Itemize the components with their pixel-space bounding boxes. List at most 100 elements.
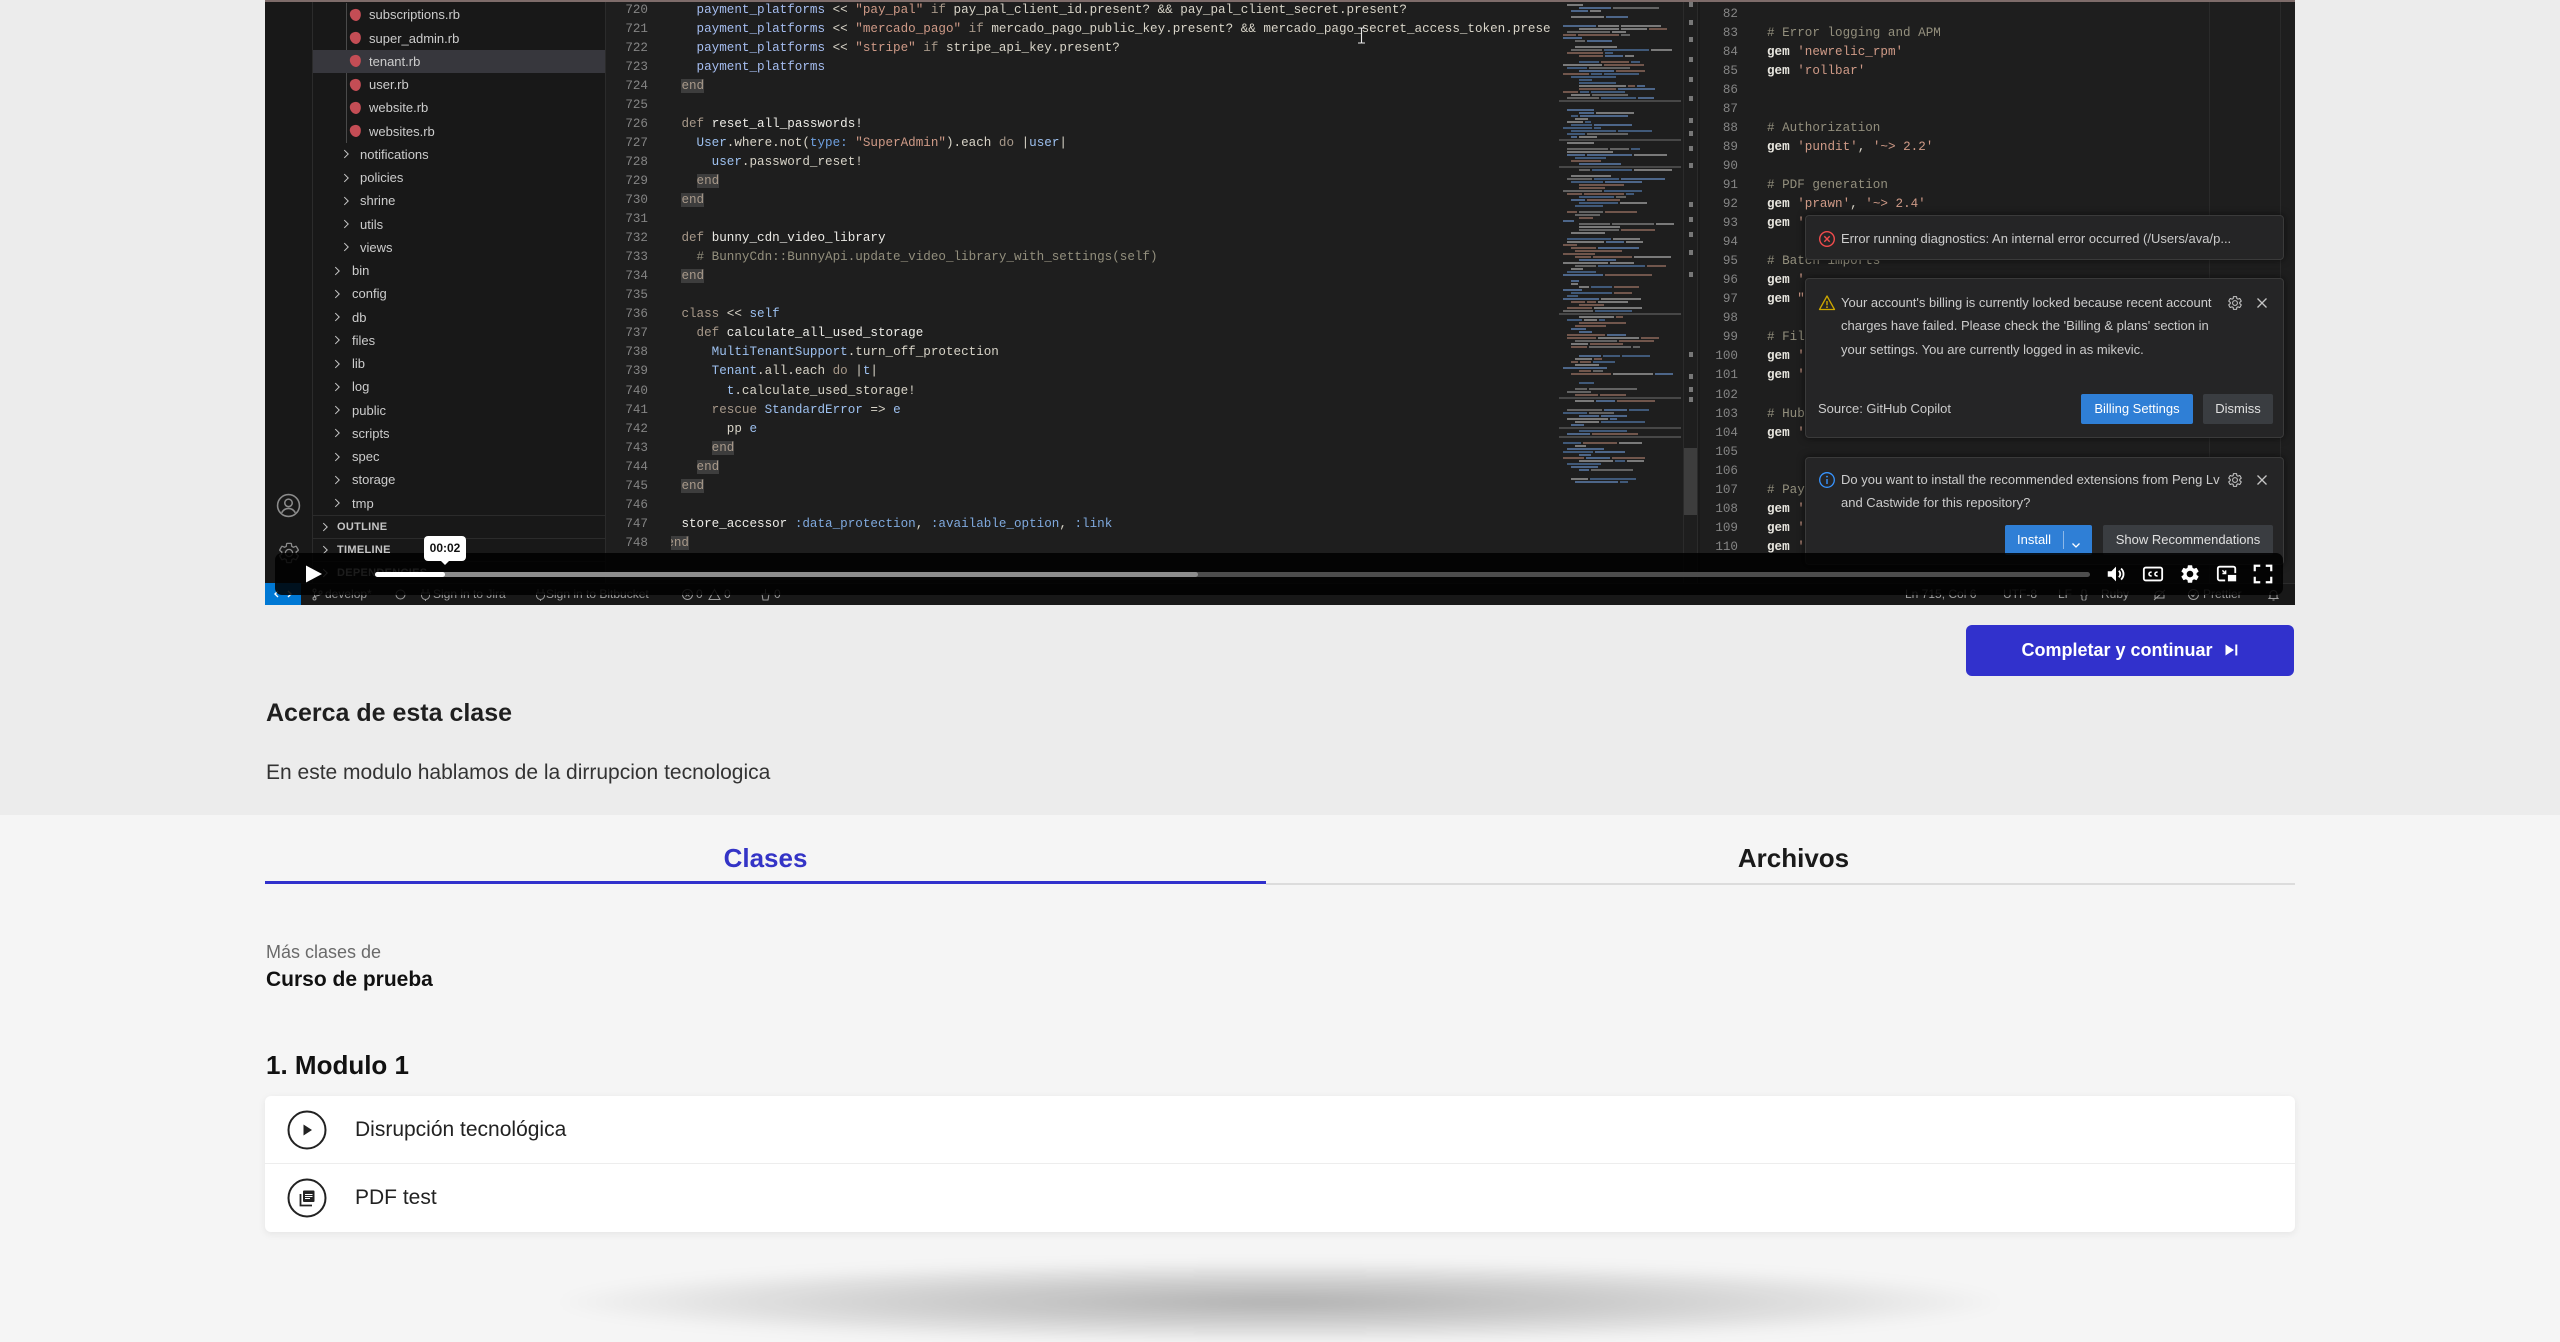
- explorer-folder-item[interactable]: storage: [313, 468, 605, 491]
- explorer-file-item[interactable]: super_admin.rb: [313, 27, 605, 50]
- code-text[interactable]: Tenant.all.each do |t|: [671, 362, 1557, 381]
- editor-tenant-rb[interactable]: 720 payment_platforms << "pay_pal" if pa…: [606, 2, 1697, 583]
- code-text[interactable]: gem 'prawn', '~> 2.4': [1767, 195, 2207, 214]
- code-token: self: [749, 307, 780, 322]
- code-text[interactable]: gem 'pundit', '~> 2.2': [1767, 138, 2207, 157]
- code-line: 720 payment_platforms << "pay_pal" if pa…: [606, 2, 1697, 20]
- code-text[interactable]: [1767, 100, 2207, 119]
- code-text[interactable]: t.calculate_used_storage!: [671, 382, 1557, 401]
- explorer-file-item[interactable]: tenant.rb: [313, 49, 605, 74]
- explorer-folder-item[interactable]: notifications: [313, 143, 605, 166]
- code-text[interactable]: gem 'newrelic_rpm': [1767, 43, 2207, 62]
- code-text[interactable]: def bunny_cdn_video_library: [671, 229, 1557, 248]
- explorer-folder-item[interactable]: bin: [313, 259, 605, 282]
- notification-settings-gear-icon[interactable]: [2227, 295, 2243, 311]
- code-text[interactable]: payment_platforms: [671, 58, 1557, 77]
- explorer-file-item[interactable]: websites.rb: [313, 120, 605, 143]
- editor-scrollbar[interactable]: [1683, 2, 1697, 583]
- picture-in-picture-icon[interactable]: [2216, 563, 2238, 585]
- code-text[interactable]: payment_platforms << "pay_pal" if pay_pa…: [671, 2, 1557, 20]
- code-text[interactable]: # Error logging and APM: [1767, 24, 2207, 43]
- code-text[interactable]: MultiTenantSupport.turn_off_protection: [671, 343, 1557, 362]
- minimap-line: [1579, 79, 1593, 81]
- lesson-item[interactable]: PDF test: [265, 1164, 2295, 1232]
- explorer-folder-item[interactable]: spec: [313, 445, 605, 468]
- billing-notification[interactable]: Your account's billing is currently lock…: [1805, 278, 2284, 438]
- code-text[interactable]: end: [671, 172, 1557, 191]
- code-text[interactable]: end: [671, 191, 1557, 210]
- tab-archivos[interactable]: Archivos: [1266, 830, 2295, 883]
- show-recommendations-button[interactable]: Show Recommendations: [2103, 525, 2273, 555]
- code-text[interactable]: class << self: [671, 305, 1557, 324]
- scrollbar-slider[interactable]: [1684, 448, 1697, 515]
- code-text[interactable]: end: [671, 267, 1557, 286]
- code-text[interactable]: end: [671, 439, 1557, 458]
- video-player[interactable]: subscriptions.rb super_admin.rb tenant.rb u…: [265, 0, 2295, 605]
- lesson-item[interactable]: Disrupción tecnológica: [265, 1096, 2295, 1164]
- code-text[interactable]: [671, 496, 1557, 515]
- account-icon[interactable]: [276, 493, 301, 518]
- captions-icon[interactable]: [2142, 563, 2164, 585]
- minimap[interactable]: [1559, 2, 1683, 583]
- billing-settings-button[interactable]: Billing Settings: [2081, 394, 2193, 424]
- code-text[interactable]: payment_platforms << "stripe" if stripe_…: [671, 39, 1557, 58]
- code-text[interactable]: pp e: [671, 420, 1557, 439]
- code-text[interactable]: [1767, 81, 2207, 100]
- code-text[interactable]: def reset_all_passwords!: [671, 115, 1557, 134]
- code-text[interactable]: end: [671, 534, 1557, 553]
- code-text[interactable]: [671, 210, 1557, 229]
- dismiss-button[interactable]: Dismiss: [2203, 394, 2273, 424]
- explorer-folder-item[interactable]: shrine: [313, 189, 605, 212]
- notification-settings-gear-icon[interactable]: [2227, 472, 2243, 488]
- explorer-folder-item[interactable]: tmp: [313, 492, 605, 515]
- code-text[interactable]: payment_platforms << "mercado_pago" if m…: [671, 20, 1557, 39]
- progress-played[interactable]: [375, 572, 446, 577]
- code-text[interactable]: end: [671, 77, 1557, 96]
- install-button[interactable]: Install: [2005, 525, 2092, 555]
- code-text[interactable]: user.password_reset!: [671, 153, 1557, 172]
- code-text[interactable]: gem 'rollbar': [1767, 62, 2207, 81]
- explorer-section-header[interactable]: OUTLINE: [313, 514, 605, 538]
- complete-and-continue-button[interactable]: Completar y continuar: [1966, 625, 2294, 676]
- explorer-folder-item[interactable]: log: [313, 375, 605, 398]
- code-text[interactable]: [671, 286, 1557, 305]
- minimap-line: [1579, 217, 1593, 219]
- minimap-line: [1637, 97, 1655, 99]
- extensions-notification[interactable]: Do you want to install the recommended e…: [1805, 457, 2284, 565]
- lesson-list: Disrupción tecnológica PDF test: [265, 1096, 2295, 1232]
- volume-icon[interactable]: [2105, 563, 2127, 585]
- code-text[interactable]: # BunnyCdn::BunnyApi.update_video_librar…: [671, 248, 1557, 267]
- fullscreen-icon[interactable]: [2252, 563, 2274, 585]
- explorer-file-item[interactable]: website.rb: [313, 96, 605, 119]
- explorer-folder-item[interactable]: utils: [313, 213, 605, 236]
- close-icon[interactable]: [2255, 296, 2269, 310]
- error-notification[interactable]: Error running diagnostics: An internal e…: [1805, 215, 2284, 260]
- explorer-file-item[interactable]: subscriptions.rb: [313, 3, 605, 26]
- code-text[interactable]: def calculate_all_used_storage: [671, 324, 1557, 343]
- explorer-folder-item[interactable]: config: [313, 282, 605, 305]
- code-text[interactable]: end: [671, 458, 1557, 477]
- progress-bar[interactable]: [375, 572, 2090, 577]
- explorer-folder-item[interactable]: scripts: [313, 422, 605, 445]
- code-text[interactable]: # Authorization: [1767, 119, 2207, 138]
- code-text[interactable]: end: [671, 477, 1557, 496]
- code-text[interactable]: User.where.not(type: "SuperAdmin").each …: [671, 134, 1557, 153]
- explorer-folder-item[interactable]: public: [313, 399, 605, 422]
- explorer-file-item[interactable]: user.rb: [313, 73, 605, 96]
- code-text[interactable]: [671, 96, 1557, 115]
- code-text[interactable]: rescue StandardError => e: [671, 401, 1557, 420]
- explorer-folder-item[interactable]: views: [313, 236, 605, 259]
- explorer-folder-item[interactable]: policies: [313, 166, 605, 189]
- chevron-down-icon[interactable]: [2069, 533, 2083, 548]
- code-text[interactable]: [1767, 157, 2207, 176]
- close-icon[interactable]: [2255, 473, 2269, 487]
- explorer-folder-item[interactable]: lib: [313, 352, 605, 375]
- code-text[interactable]: [1767, 5, 2207, 24]
- play-button[interactable]: [302, 563, 324, 585]
- explorer-folder-item[interactable]: files: [313, 329, 605, 352]
- code-text[interactable]: # PDF generation: [1767, 176, 2207, 195]
- settings-gear-icon[interactable]: [2179, 563, 2201, 585]
- explorer-folder-item[interactable]: db: [313, 306, 605, 329]
- code-text[interactable]: store_accessor :data_protection, :availa…: [671, 515, 1557, 534]
- tab-clases[interactable]: Clases: [265, 830, 1266, 883]
